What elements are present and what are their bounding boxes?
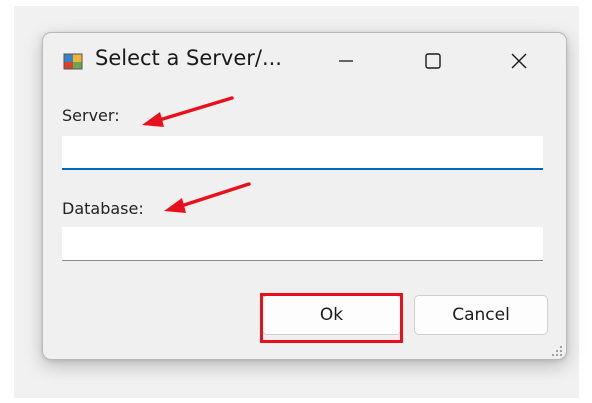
cancel-button[interactable]: Cancel bbox=[414, 295, 548, 335]
window-title: Select a Server/... bbox=[95, 46, 282, 70]
close-icon bbox=[511, 53, 527, 69]
ok-button[interactable]: Ok bbox=[262, 295, 401, 335]
app-window-icon bbox=[63, 53, 83, 70]
minimize-button[interactable] bbox=[331, 47, 361, 75]
close-button[interactable] bbox=[504, 47, 534, 75]
maximize-icon bbox=[425, 53, 441, 69]
database-label: Database: bbox=[62, 199, 144, 218]
select-server-dialog: Select a Server/... Server: Database: Ok… bbox=[42, 32, 567, 360]
database-input[interactable] bbox=[62, 227, 543, 261]
maximize-button[interactable] bbox=[418, 47, 448, 75]
minimize-icon bbox=[339, 60, 353, 62]
resize-grip-icon[interactable] bbox=[549, 343, 563, 357]
server-input[interactable] bbox=[62, 136, 543, 170]
server-label: Server: bbox=[62, 106, 120, 125]
